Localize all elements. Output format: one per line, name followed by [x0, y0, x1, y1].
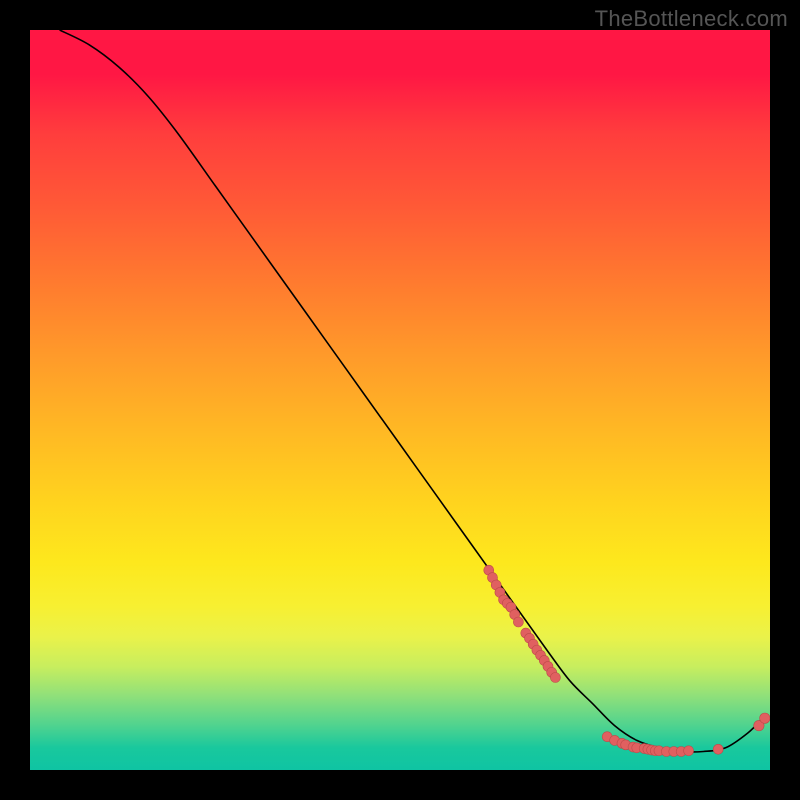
watermark-label: TheBottleneck.com	[595, 6, 788, 32]
chart-curve	[60, 30, 763, 752]
data-point	[713, 744, 723, 754]
data-point	[760, 713, 770, 723]
data-point	[550, 673, 560, 683]
data-point	[684, 746, 694, 756]
chart-container: TheBottleneck.com	[0, 0, 800, 800]
plot-area	[30, 30, 770, 770]
data-point	[513, 617, 523, 627]
chart-points	[484, 565, 770, 756]
chart-overlay-svg	[30, 30, 770, 770]
